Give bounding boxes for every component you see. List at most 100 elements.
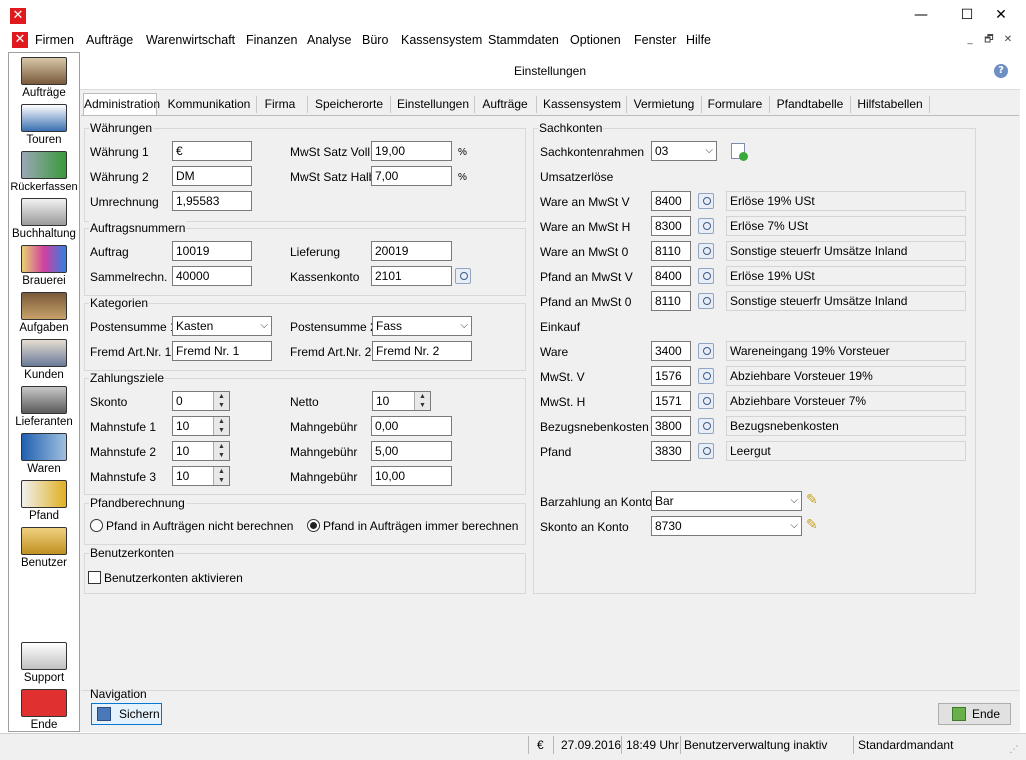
- lookup-icon[interactable]: [698, 218, 714, 234]
- mwst-halb-input[interactable]: 7,00: [371, 166, 452, 186]
- lieferung-input[interactable]: 20019: [371, 241, 452, 261]
- konto-input[interactable]: 8300: [651, 216, 691, 236]
- spin-down-icon[interactable]: ▼: [213, 426, 229, 435]
- help-icon[interactable]: ?: [994, 64, 1008, 78]
- sidebar-item-brauerei[interactable]: Brauerei: [9, 243, 79, 290]
- postensumme1-select[interactable]: Kasten ⌵: [172, 316, 272, 336]
- konto-input[interactable]: 3800: [651, 416, 691, 436]
- mdi-restore-button[interactable]: 🗗: [981, 33, 997, 47]
- konto-input[interactable]: 1571: [651, 391, 691, 411]
- pencil-icon[interactable]: ✎: [806, 493, 820, 507]
- kassenkonto-input[interactable]: 2101: [371, 266, 452, 286]
- konto-input[interactable]: 8110: [651, 241, 691, 261]
- pfand-immer-radio[interactable]: [307, 519, 320, 532]
- pfand-nicht-radio[interactable]: [90, 519, 103, 532]
- barzahlung-konto-select[interactable]: Bar ⌵: [651, 491, 802, 511]
- fremd-artnr1-input[interactable]: Fremd Nr. 1: [172, 341, 272, 361]
- sidebar-item-aufgaben[interactable]: Aufgaben: [9, 290, 79, 337]
- tab-administration[interactable]: Administration: [83, 93, 160, 116]
- tab-auftraege[interactable]: Aufträge: [480, 94, 530, 116]
- sidebar-item-auftraege[interactable]: Aufträge: [9, 55, 79, 102]
- skonto-konto-select[interactable]: 8730 ⌵: [651, 516, 802, 536]
- lookup-icon[interactable]: [698, 193, 714, 209]
- spin-up-icon[interactable]: ▲: [414, 392, 430, 401]
- sidebar-item-lieferanten[interactable]: Lieferanten: [9, 384, 79, 431]
- waehrung1-input[interactable]: €: [172, 141, 252, 161]
- tab-kommunikation[interactable]: Kommunikation: [167, 94, 251, 116]
- spin-down-icon[interactable]: ▼: [213, 401, 229, 410]
- fremd-artnr2-input[interactable]: Fremd Nr. 2: [372, 341, 472, 361]
- end-button[interactable]: Ende: [938, 703, 1011, 725]
- spin-up-icon[interactable]: ▲: [213, 467, 229, 476]
- waehrung2-input[interactable]: DM: [172, 166, 252, 186]
- sidebar-item-pfand[interactable]: Pfand: [9, 478, 79, 525]
- mdi-app-icon[interactable]: ✕: [12, 32, 28, 48]
- sidebar-item-ende[interactable]: Ende: [9, 687, 79, 734]
- sidebar-item-buchhaltung[interactable]: Buchhaltung: [9, 196, 79, 243]
- spin-down-icon[interactable]: ▼: [414, 401, 430, 410]
- menu-warenwirtschaft[interactable]: Warenwirtschaft: [146, 33, 235, 47]
- netto-stepper[interactable]: 10 ▲ ▼: [372, 391, 431, 411]
- mdi-minimize-button[interactable]: _: [962, 33, 978, 47]
- checkbox-label[interactable]: Benutzerkonten aktivieren: [104, 571, 243, 585]
- lookup-icon[interactable]: [698, 443, 714, 459]
- postensumme2-select[interactable]: Fass ⌵: [372, 316, 472, 336]
- menu-auftraege[interactable]: Aufträge: [86, 33, 133, 47]
- sachkontenrahmen-select[interactable]: 03 ⌵: [651, 141, 717, 161]
- spin-up-icon[interactable]: ▲: [213, 392, 229, 401]
- radio-label[interactable]: Pfand in Aufträgen immer berechnen: [323, 519, 518, 533]
- konto-input[interactable]: 8110: [651, 291, 691, 311]
- tab-formulare[interactable]: Formulare: [706, 94, 764, 116]
- tab-pfandtabelle[interactable]: Pfandtabelle: [775, 94, 845, 116]
- konto-input[interactable]: 3400: [651, 341, 691, 361]
- close-button[interactable]: ✕: [978, 0, 1024, 30]
- sidebar-item-rueckerfassen[interactable]: Rückerfassen: [9, 149, 79, 196]
- new-document-icon[interactable]: [731, 143, 748, 161]
- tab-vermietung[interactable]: Vermietung: [632, 94, 696, 116]
- mahngebuehr1-input[interactable]: 0,00: [371, 416, 452, 436]
- mdi-close-button[interactable]: ✕: [1000, 33, 1016, 47]
- skonto-stepper[interactable]: 0 ▲ ▼: [172, 391, 230, 411]
- spin-down-icon[interactable]: ▼: [213, 476, 229, 485]
- tab-einstellungen[interactable]: Einstellungen: [396, 94, 470, 116]
- konto-input[interactable]: 8400: [651, 266, 691, 286]
- konto-input[interactable]: 1576: [651, 366, 691, 386]
- menu-kassensystem[interactable]: Kassensystem: [401, 33, 482, 47]
- tab-speicherorte[interactable]: Speicherorte: [313, 94, 385, 116]
- spin-up-icon[interactable]: ▲: [213, 442, 229, 451]
- lookup-icon[interactable]: [698, 293, 714, 309]
- konto-input[interactable]: 8400: [651, 191, 691, 211]
- mahnstufe1-stepper[interactable]: 10 ▲ ▼: [172, 416, 230, 436]
- menu-hilfe[interactable]: Hilfe: [686, 33, 711, 47]
- sidebar-item-waren[interactable]: Waren: [9, 431, 79, 478]
- spin-down-icon[interactable]: ▼: [213, 451, 229, 460]
- lookup-icon[interactable]: [698, 368, 714, 384]
- benutzerkonten-checkbox[interactable]: [88, 571, 101, 584]
- save-button[interactable]: Sichern: [91, 703, 162, 725]
- lookup-icon[interactable]: [698, 418, 714, 434]
- umrechnung-input[interactable]: 1,95583: [172, 191, 252, 211]
- lookup-icon[interactable]: [698, 268, 714, 284]
- menu-finanzen[interactable]: Finanzen: [246, 33, 297, 47]
- sidebar-item-benutzer[interactable]: Benutzer: [9, 525, 79, 572]
- menu-stammdaten[interactable]: Stammdaten: [488, 33, 559, 47]
- lookup-icon[interactable]: [455, 268, 471, 284]
- radio-label[interactable]: Pfand in Aufträgen nicht berechnen: [106, 519, 293, 533]
- menu-optionen[interactable]: Optionen: [570, 33, 621, 47]
- tab-hilfstabellen[interactable]: Hilfstabellen: [855, 94, 925, 116]
- tab-kassensystem[interactable]: Kassensystem: [542, 94, 622, 116]
- lookup-icon[interactable]: [698, 343, 714, 359]
- menu-firmen[interactable]: Firmen: [35, 33, 74, 47]
- auftrag-input[interactable]: 10019: [172, 241, 252, 261]
- mahngebuehr2-input[interactable]: 5,00: [371, 441, 452, 461]
- menu-buero[interactable]: Büro: [362, 33, 388, 47]
- sammelrechnung-input[interactable]: 40000: [172, 266, 252, 286]
- sidebar-item-kunden[interactable]: Kunden: [9, 337, 79, 384]
- pencil-icon[interactable]: ✎: [806, 518, 820, 532]
- konto-input[interactable]: 3830: [651, 441, 691, 461]
- minimize-button[interactable]: —: [898, 0, 944, 30]
- mahnstufe3-stepper[interactable]: 10 ▲ ▼: [172, 466, 230, 486]
- lookup-icon[interactable]: [698, 393, 714, 409]
- resize-grip-icon[interactable]: ⋰: [1008, 744, 1020, 756]
- tab-firma[interactable]: Firma: [260, 94, 300, 116]
